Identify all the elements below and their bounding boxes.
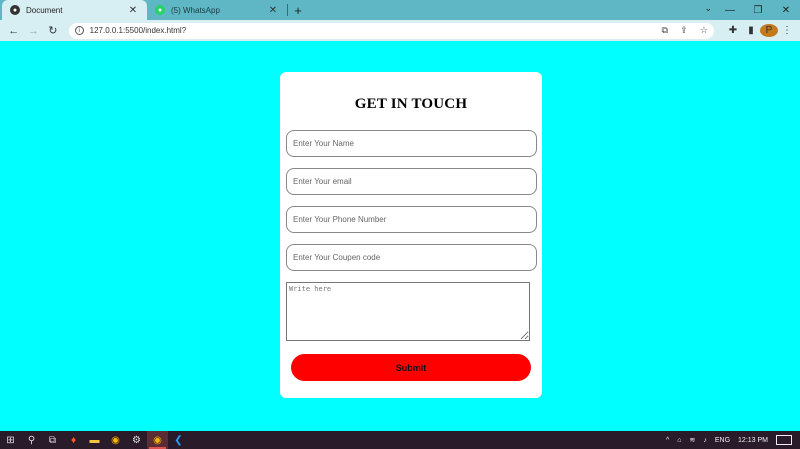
bookmark-star-icon[interactable]: ☆ — [700, 25, 708, 35]
tab-title: (5) WhatsApp — [171, 5, 220, 15]
side-panel-icon[interactable]: ▮ — [742, 25, 760, 36]
tab-whatsapp[interactable]: ● (5) WhatsApp ✕ — [147, 0, 287, 20]
clock[interactable]: 12:13 PM — [738, 437, 768, 444]
translate-icon[interactable]: ⧉ — [661, 25, 667, 35]
contact-form-card: GET IN TOUCH Submit — [280, 72, 542, 398]
coupon-input[interactable] — [286, 244, 537, 271]
reload-icon[interactable]: ↻ — [43, 24, 63, 37]
volume-icon[interactable]: ♪ — [703, 437, 707, 444]
brave-browser-icon[interactable]: ♦ — [63, 431, 84, 449]
vscode-icon[interactable]: ❮ — [168, 431, 189, 449]
file-explorer-icon[interactable]: ▬ — [84, 431, 105, 449]
back-icon[interactable]: ← — [4, 25, 24, 37]
forward-icon[interactable]: → — [24, 25, 44, 37]
notification-icon[interactable] — [776, 435, 792, 445]
system-tray: ^ ⌂ ≋ ♪ ENG 12:13 PM — [662, 431, 800, 449]
close-window-icon[interactable]: ✕ — [772, 5, 800, 16]
wifi-icon[interactable]: ≋ — [689, 436, 695, 444]
tab-title: Document — [26, 5, 63, 15]
tab-strip: ● Document ✕ ● (5) WhatsApp ✕ + ⌄ — ❐ ✕ — [0, 0, 800, 20]
close-tab-icon[interactable]: ✕ — [127, 5, 139, 16]
document-favicon-icon: ● — [10, 5, 20, 15]
chrome-icon[interactable]: ◉ — [105, 431, 126, 449]
task-view-icon[interactable]: ⧉ — [42, 431, 63, 449]
browser-toolbar: ← → ↻ i 127.0.0.1:5500/index.html? ⧉ ⇪ ☆… — [0, 20, 800, 41]
address-bar[interactable]: i 127.0.0.1:5500/index.html? ⧉ ⇪ ☆ — [68, 22, 714, 39]
restore-icon[interactable]: ❐ — [744, 5, 772, 16]
minimize-icon[interactable]: — — [716, 5, 744, 16]
window-controls: — ❐ ✕ — [716, 0, 800, 20]
form-heading: GET IN TOUCH — [354, 96, 468, 112]
network-icon[interactable]: ⌂ — [677, 437, 681, 444]
settings-gear-icon[interactable]: ⚙ — [126, 431, 147, 449]
submit-button[interactable]: Submit — [291, 354, 531, 381]
tab-document[interactable]: ● Document ✕ — [2, 0, 147, 20]
chrome-active-icon[interactable]: ◉ — [147, 431, 168, 449]
language-indicator[interactable]: ENG — [715, 437, 730, 444]
extensions-icon[interactable]: ✚ — [724, 25, 742, 36]
name-input[interactable] — [286, 130, 537, 157]
email-input[interactable] — [286, 168, 537, 195]
new-tab-button[interactable]: + — [288, 0, 308, 20]
menu-kebab-icon[interactable]: ⋮ — [778, 25, 796, 36]
chevron-up-icon[interactable]: ^ — [666, 437, 669, 444]
close-tab-icon[interactable]: ✕ — [267, 5, 279, 16]
whatsapp-favicon-icon: ● — [155, 5, 165, 15]
share-icon[interactable]: ⇪ — [680, 25, 688, 35]
phone-input[interactable] — [286, 206, 537, 233]
url-text[interactable]: 127.0.0.1:5500/index.html? — [90, 26, 652, 35]
search-icon[interactable]: ⚲ — [21, 431, 42, 449]
taskbar: ⊞ ⚲ ⧉ ♦ ▬ ◉ ⚙ ◉ ❮ ^ ⌂ ≋ ♪ ENG 12:13 PM — [0, 431, 800, 449]
tab-search-icon[interactable]: ⌄ — [704, 3, 712, 14]
message-textarea[interactable] — [286, 282, 530, 341]
windows-start-icon[interactable]: ⊞ — [0, 431, 21, 449]
profile-avatar-icon[interactable]: P — [760, 24, 778, 37]
site-info-icon[interactable]: i — [74, 26, 84, 35]
